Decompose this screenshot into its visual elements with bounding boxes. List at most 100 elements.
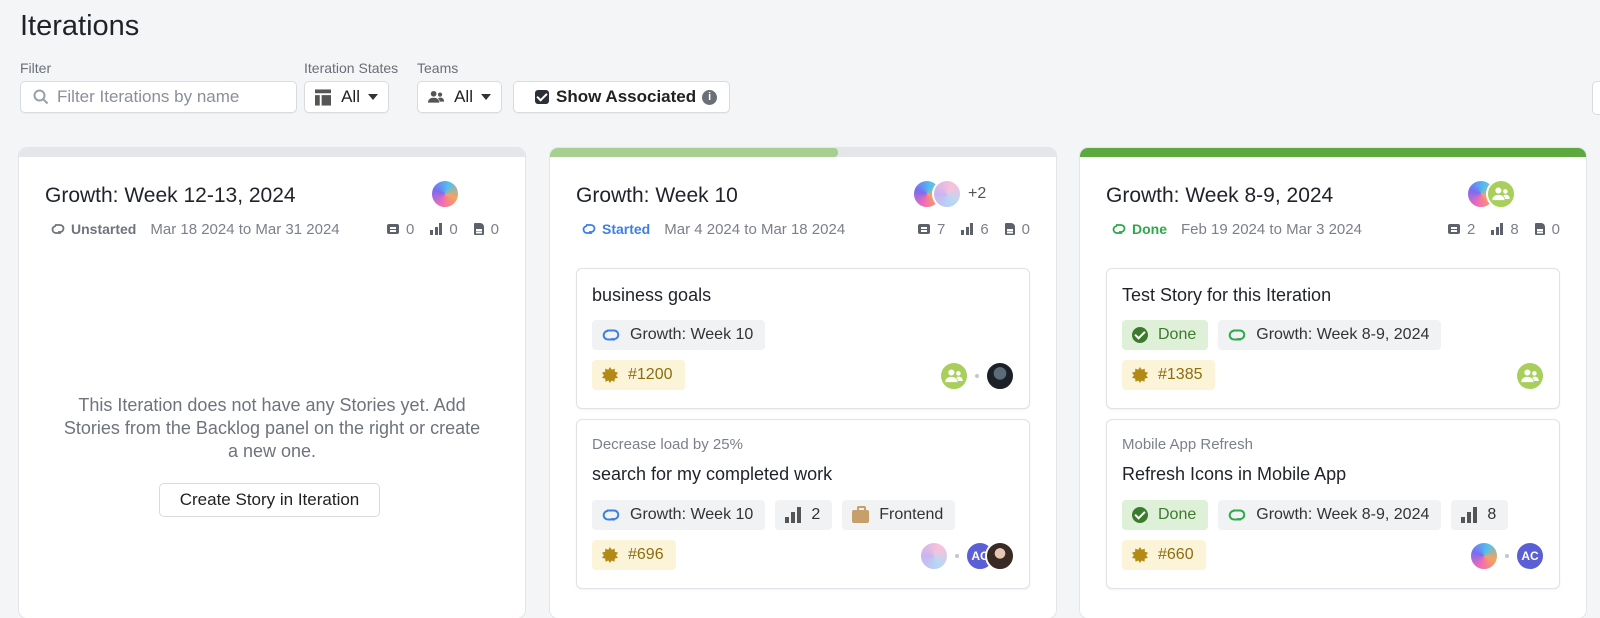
story-owners[interactable] [939,361,1015,391]
iteration-chip[interactable]: Growth: Week 8-9, 2024 [1218,500,1442,530]
story-card[interactable]: Mobile App Refresh Refresh Icons in Mobi… [1106,419,1560,589]
group-avatar [939,361,969,391]
info-icon[interactable]: i [702,89,718,105]
story-id-chips: #1385 [1122,360,1215,390]
group-icon [945,369,963,383]
teams-value: All [454,87,473,106]
check-circle-icon [1132,327,1148,343]
story-id-chip[interactable]: #1200 [592,360,685,390]
checkbox-checked[interactable] [535,90,549,104]
loop-icon [582,224,596,234]
separator-dot [1505,554,1509,558]
feature-icon [1132,367,1148,383]
check-circle-icon [1132,507,1148,523]
team-chip[interactable]: Frontend [842,500,956,530]
stories-count: 7 [936,220,946,238]
iteration-title[interactable]: Growth: Week 10 [576,184,738,208]
search-icon [33,89,49,105]
story-card[interactable]: business goals Growth: Week 10 #1200 [576,268,1030,409]
group-icon [1521,369,1539,383]
iteration-members[interactable] [1466,179,1516,209]
docs-count: 0 [490,220,499,238]
iteration-chip-label: Growth: Week 8-9, 2024 [1256,506,1430,523]
points-count: 6 [980,220,989,238]
status-chip[interactable]: Done [1122,500,1209,530]
iteration-chip[interactable]: Growth: Week 8-9, 2024 [1218,320,1442,350]
iteration-column: Growth: Week 10 +2 Started Mar 4 2024 to… [550,148,1056,618]
status-chip[interactable]: Done [1122,320,1209,350]
iteration-members[interactable] [430,179,460,209]
doc-icon [1534,223,1545,235]
iteration-title[interactable]: Growth: Week 8-9, 2024 [1106,184,1333,208]
points-count: 8 [1510,220,1519,238]
story-id-chips: #1200 [592,360,685,390]
search-placeholder: Filter Iterations by name [57,87,240,106]
edge-button[interactable] [1592,81,1600,115]
story-title[interactable]: business goals [592,285,711,306]
group-avatar [1515,361,1545,391]
story-id-chip[interactable]: #696 [592,540,676,570]
story-owners[interactable] [1515,361,1545,391]
story-epic[interactable]: Mobile App Refresh [1122,436,1253,453]
story-owners[interactable]: AC [919,541,1015,571]
estimate-icon [785,507,802,523]
iteration-state: Unstarted [51,221,136,237]
teams-label: Teams [417,60,459,76]
iteration-column: Growth: Week 12-13, 2024 Unstarted Mar 1… [19,148,525,618]
search-input[interactable]: Filter Iterations by name [20,81,297,113]
iteration-chip[interactable]: Growth: Week 10 [592,500,766,530]
story-title[interactable]: Refresh Icons in Mobile App [1122,464,1346,485]
story-chips: Growth: Week 10 [592,320,766,350]
iteration-meta: Unstarted Mar 18 2024 to Mar 31 2024 0 0… [45,220,499,238]
show-associated-toggle[interactable]: Show Associated i [513,81,730,113]
group-icon [428,90,445,103]
story-id: #1200 [628,366,673,383]
iteration-title[interactable]: Growth: Week 12-13, 2024 [45,184,296,208]
story-id-chip[interactable]: #660 [1122,540,1206,570]
iteration-members[interactable]: +2 [912,179,986,209]
story-title[interactable]: Test Story for this Iteration [1122,285,1331,306]
estimate-chip[interactable]: 8 [1451,500,1509,530]
chevron-down-icon [481,94,491,100]
iteration-meta: Done Feb 19 2024 to Mar 3 2024 2 8 0 [1106,220,1560,238]
page-title: Iterations [20,10,140,42]
status-label: Done [1158,506,1197,523]
story-id-chip[interactable]: #1385 [1122,360,1215,390]
briefcase-icon [852,505,870,523]
create-story-button[interactable]: Create Story in Iteration [159,483,380,517]
loop-icon [1228,509,1246,521]
story-card[interactable]: Decrease load by 25% search for my compl… [576,419,1030,589]
iteration-states-dropdown[interactable]: All [304,81,389,113]
story-id: #660 [1158,546,1194,563]
iteration-column: Growth: Week 8-9, 2024 Done Feb 19 2024 … [1080,148,1586,618]
status-label: Done [1158,326,1197,343]
story-chips: Done Growth: Week 8-9, 2024 8 [1122,500,1509,530]
table-icon [315,88,332,106]
stories-count: 2 [1466,220,1476,238]
chevron-down-icon [368,94,378,100]
avatar [985,361,1015,391]
avatar [985,541,1015,571]
estimate-value: 2 [811,506,821,523]
estimate-icon [1491,223,1504,235]
iteration-chip[interactable]: Growth: Week 10 [592,320,766,350]
iteration-chip-label: Growth: Week 10 [630,326,754,343]
estimate-value: 8 [1487,506,1497,523]
iteration-state-label: Started [602,221,651,237]
story-card[interactable]: Test Story for this Iteration Done Growt… [1106,268,1560,409]
story-epic[interactable]: Decrease load by 25% [592,436,743,453]
iteration-states-label: Iteration States [304,60,399,76]
estimate-icon [1461,507,1478,523]
separator-dot [955,554,959,558]
teams-dropdown[interactable]: All [417,81,502,113]
story-owners[interactable]: AC [1469,541,1545,571]
story-id: #1385 [1158,366,1203,383]
iteration-counts: 7 6 0 [917,220,1030,238]
story-id: #696 [628,546,664,563]
stories-count: 0 [405,220,415,238]
estimate-chip[interactable]: 2 [775,500,833,530]
stories-icon [1447,224,1460,234]
iteration-chip-label: Growth: Week 8-9, 2024 [1256,326,1430,343]
story-title[interactable]: search for my completed work [592,464,832,485]
doc-icon [473,223,484,235]
